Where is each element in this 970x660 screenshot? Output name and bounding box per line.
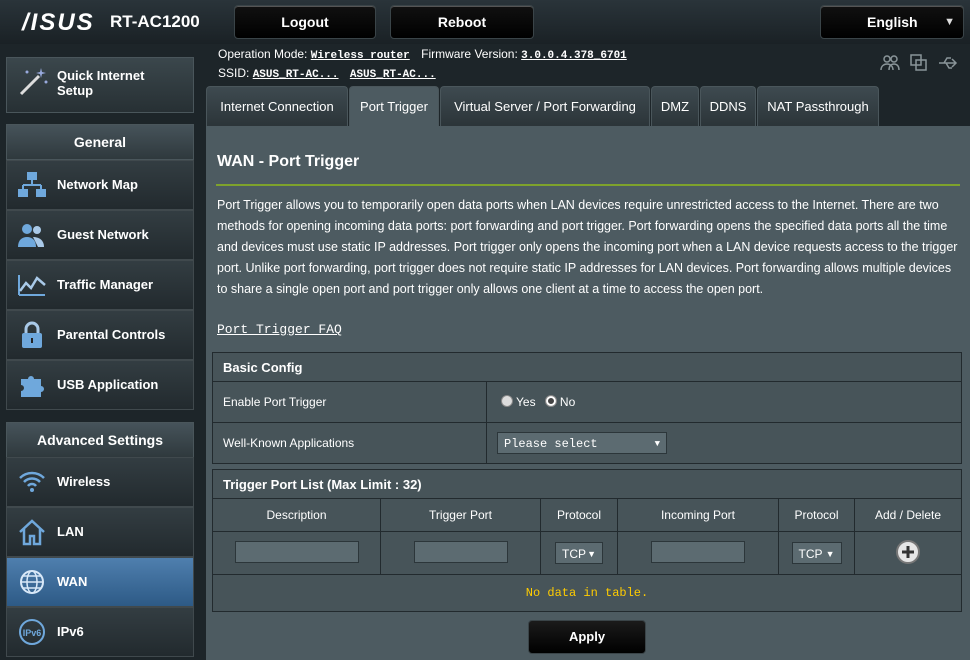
chevron-down-icon: ▼ — [825, 549, 835, 559]
sidebar-item-label: Network Map — [57, 177, 138, 192]
well-known-apps-value: Please select — [504, 437, 598, 451]
tab-nat-passthrough[interactable]: NAT Passthrough — [757, 86, 879, 127]
asus-logo: /ISUS — [22, 9, 95, 36]
sidebar-item-label: Traffic Manager — [57, 277, 154, 292]
basic-config-header: Basic Config — [212, 352, 962, 382]
network-map-icon — [18, 172, 46, 197]
column-header-trigger-port: Trigger Port — [380, 498, 541, 532]
ssid-link-1[interactable]: ASUS_RT-AC... — [253, 69, 339, 81]
incoming-port-input[interactable] — [651, 540, 745, 563]
no-radio-label[interactable]: No — [560, 395, 575, 409]
basic-config-table: Basic Config Enable Port Trigger Yes No … — [212, 352, 962, 464]
traffic-manager-icon — [18, 275, 46, 296]
copy-icon[interactable] — [910, 54, 928, 72]
lock-icon — [22, 321, 42, 348]
yes-radio[interactable] — [501, 395, 513, 407]
home-icon — [19, 519, 45, 546]
enable-port-trigger-label: Enable Port Trigger — [212, 381, 487, 423]
column-header-protocol: Protocol — [540, 498, 618, 532]
sidebar-item-label: LAN — [57, 524, 84, 539]
sidebar-item-parental-controls[interactable]: Parental Controls — [6, 310, 194, 360]
language-select[interactable]: English ▼ — [820, 5, 964, 39]
language-label: English — [867, 14, 918, 30]
ssid-label: SSID: — [218, 66, 250, 80]
protocol-value: TCP — [562, 547, 586, 561]
logout-button[interactable]: Logout — [234, 5, 376, 39]
protocol-select-2[interactable]: TCP ▼ — [791, 542, 842, 564]
status-icons — [880, 54, 960, 74]
sidebar-item-label: WAN — [57, 574, 88, 589]
router-model: RT-AC1200 — [110, 12, 200, 31]
guest-network-icon — [18, 224, 44, 247]
sidebar-item-guest-network[interactable]: Guest Network — [6, 210, 194, 260]
usb-icon[interactable] — [938, 54, 958, 72]
tab-port-trigger[interactable]: Port Trigger — [349, 86, 439, 127]
globe-icon — [20, 570, 44, 594]
trigger-port-list-table: Trigger Port List (Max Limit : 32) Descr… — [212, 469, 962, 612]
description-input[interactable] — [234, 540, 359, 563]
puzzle-icon — [21, 376, 44, 397]
clients-icon[interactable] — [880, 54, 900, 72]
wifi-icon — [19, 471, 45, 492]
op-mode-link[interactable]: Wireless router — [311, 50, 410, 62]
protocol-value-2: TCP — [798, 547, 823, 561]
table-row: TCP ▼ TCP ▼ — [212, 531, 962, 575]
sidebar-item-network-map[interactable]: Network Map — [6, 160, 194, 210]
protocol-select[interactable]: TCP ▼ — [555, 542, 603, 564]
sidebar-item-lan[interactable]: LAN — [6, 507, 194, 557]
well-known-apps-select[interactable]: Please select ▼ — [497, 432, 667, 454]
no-radio[interactable] — [544, 395, 557, 407]
sidebar-item-label: Wireless — [57, 474, 111, 489]
sidebar-item-label: USB Application — [57, 377, 159, 392]
port-trigger-faq-link[interactable]: Port Trigger FAQ — [217, 322, 342, 337]
apply-button[interactable]: Apply — [528, 620, 646, 654]
quick-internet-setup-button[interactable]: Quick Internet Setup — [6, 57, 194, 113]
column-header-description: Description — [212, 498, 381, 532]
firmware-link[interactable]: 3.0.0.4.378_6701 — [521, 50, 627, 62]
trigger-port-input[interactable] — [413, 540, 508, 563]
column-header-incoming-port: Incoming Port — [617, 498, 779, 532]
tab-ddns[interactable]: DDNS — [700, 86, 756, 127]
reboot-button[interactable]: Reboot — [390, 5, 534, 39]
trigger-list-header: Trigger Port List (Max Limit : 32) — [212, 469, 962, 499]
column-header-add-delete: Add / Delete — [854, 498, 962, 532]
sidebar-item-usb-application[interactable]: USB Application — [6, 360, 194, 410]
sidebar-item-label: Parental Controls — [57, 327, 166, 342]
tab-dmz[interactable]: DMZ — [651, 86, 699, 127]
tab-virtual-server[interactable]: Virtual Server / Port Forwarding — [440, 86, 650, 127]
chevron-down-icon: ▼ — [654, 439, 660, 449]
yes-radio-label[interactable]: Yes — [516, 395, 536, 409]
page-title: WAN - Port Trigger — [217, 153, 360, 170]
empty-table-message: No data in table. — [212, 574, 962, 612]
title-divider — [216, 184, 960, 186]
chevron-down-icon: ▼ — [587, 549, 596, 559]
ssid-info: SSID: ASUS_RT-AC... ASUS_RT-AC... — [218, 66, 436, 81]
sidebar-item-wireless[interactable]: Wireless — [6, 457, 194, 507]
sidebar-item-traffic-manager[interactable]: Traffic Manager — [6, 260, 194, 310]
page-description: Port Trigger allows you to temporarily o… — [217, 198, 958, 296]
advanced-settings-section-header: Advanced Settings — [6, 422, 194, 458]
top-bar: /ISUS RT-AC1200 Logout Reboot English ▼ — [0, 0, 970, 44]
tab-internet-connection[interactable]: Internet Connection — [206, 86, 348, 127]
chevron-down-icon: ▼ — [944, 16, 955, 28]
sidebar-item-label: Guest Network — [57, 227, 149, 242]
column-header-protocol-2: Protocol — [778, 498, 855, 532]
qis-label-line1: Quick Internet — [57, 68, 145, 83]
svg-text:IPv6: IPv6 — [23, 628, 42, 638]
operation-info: Operation Mode: Wireless router Firmware… — [218, 47, 627, 62]
sidebar-item-wan[interactable]: WAN — [6, 557, 194, 607]
magic-wand-icon — [19, 68, 48, 96]
sidebar-item-label: IPv6 — [57, 624, 84, 639]
firmware-label: Firmware Version: — [421, 47, 518, 61]
general-section-header: General — [6, 124, 194, 160]
op-mode-label: Operation Mode: — [218, 47, 308, 61]
ipv6-icon: IPv6 — [19, 619, 45, 645]
ssid-link-2[interactable]: ASUS_RT-AC... — [350, 69, 436, 81]
enable-port-trigger-radios: Yes No — [486, 381, 962, 423]
well-known-apps-label: Well-Known Applications — [212, 422, 487, 464]
add-icon[interactable] — [895, 539, 921, 565]
sidebar-item-ipv6[interactable]: IPv6 IPv6 — [6, 607, 194, 657]
qis-label-line2: Setup — [57, 83, 94, 98]
